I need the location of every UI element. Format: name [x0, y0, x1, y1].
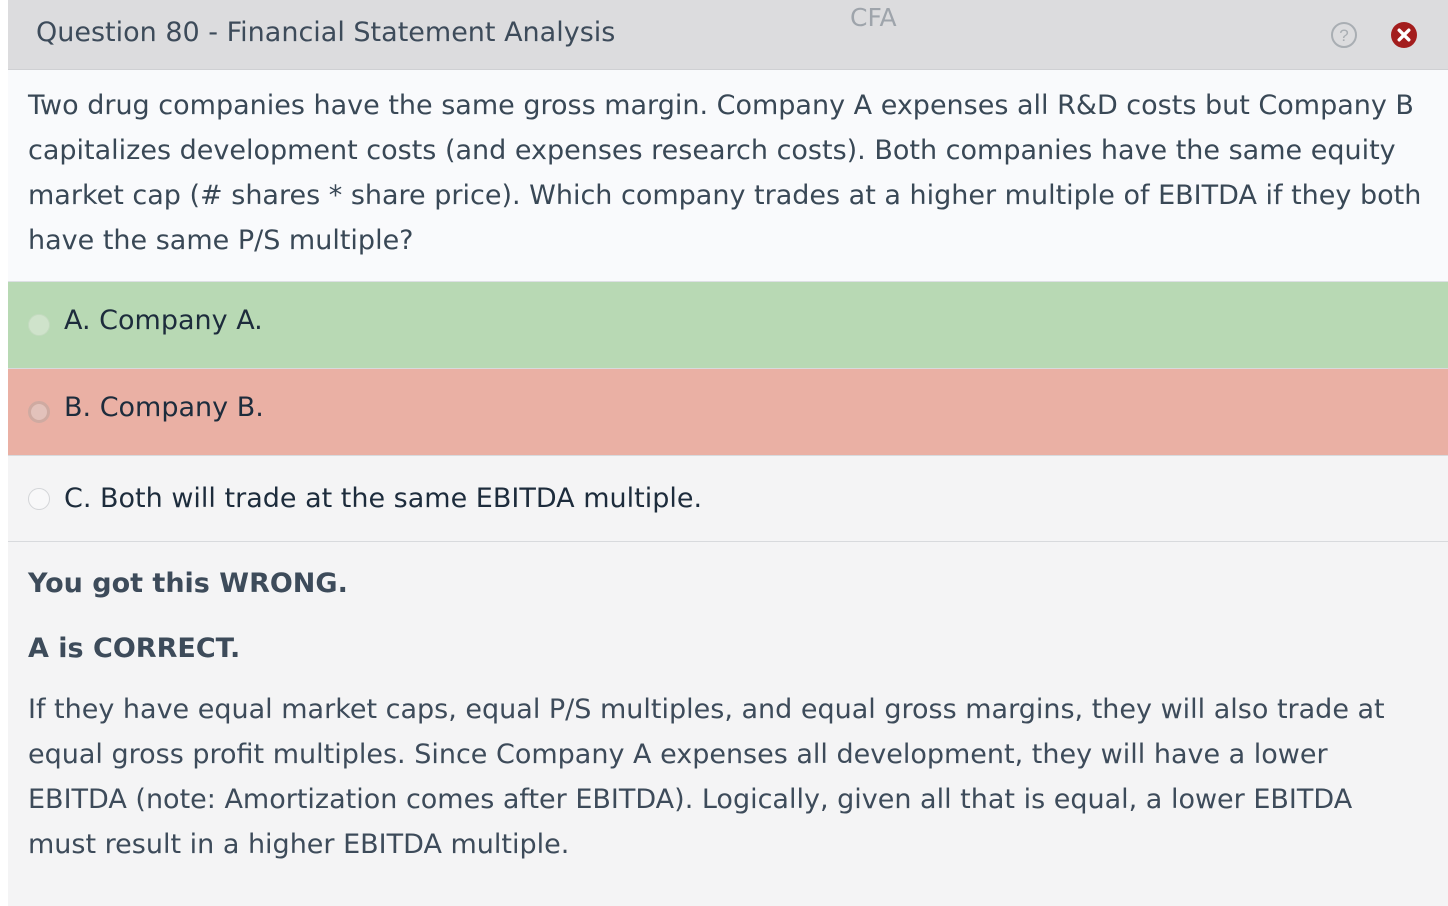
title-bar: Question 80 - Financial Statement Analys… — [8, 0, 1448, 70]
option-b-radio[interactable] — [28, 401, 50, 423]
question-window: Question 80 - Financial Statement Analys… — [0, 0, 1448, 906]
option-c-label: C. Both will trade at the same EBITDA mu… — [64, 483, 703, 514]
option-a-label: A. Company A. — [64, 305, 263, 336]
correct-answer: A is CORRECT. — [28, 633, 241, 664]
help-icon[interactable]: ? — [1330, 21, 1358, 49]
close-icon[interactable] — [1390, 21, 1418, 49]
option-a-radio[interactable] — [28, 314, 50, 336]
option-c[interactable]: C. Both will trade at the same EBITDA mu… — [8, 456, 1448, 542]
result-verdict: You got this WRONG. — [28, 568, 348, 599]
option-a[interactable]: A. Company A. — [8, 282, 1448, 369]
app-label: CFA — [850, 3, 897, 32]
option-c-radio[interactable] — [28, 488, 50, 510]
feedback-panel: You got this WRONG. A is CORRECT. If the… — [8, 542, 1448, 867]
svg-text:?: ? — [1339, 26, 1348, 45]
question-title: Question 80 - Financial Statement Analys… — [36, 17, 616, 48]
option-b-label: B. Company B. — [64, 392, 264, 423]
question-text: Two drug companies have the same gross m… — [28, 90, 1422, 256]
option-b[interactable]: B. Company B. — [8, 369, 1448, 456]
question-stem: Two drug companies have the same gross m… — [8, 70, 1448, 282]
explanation-text: If they have equal market caps, equal P/… — [28, 694, 1385, 860]
